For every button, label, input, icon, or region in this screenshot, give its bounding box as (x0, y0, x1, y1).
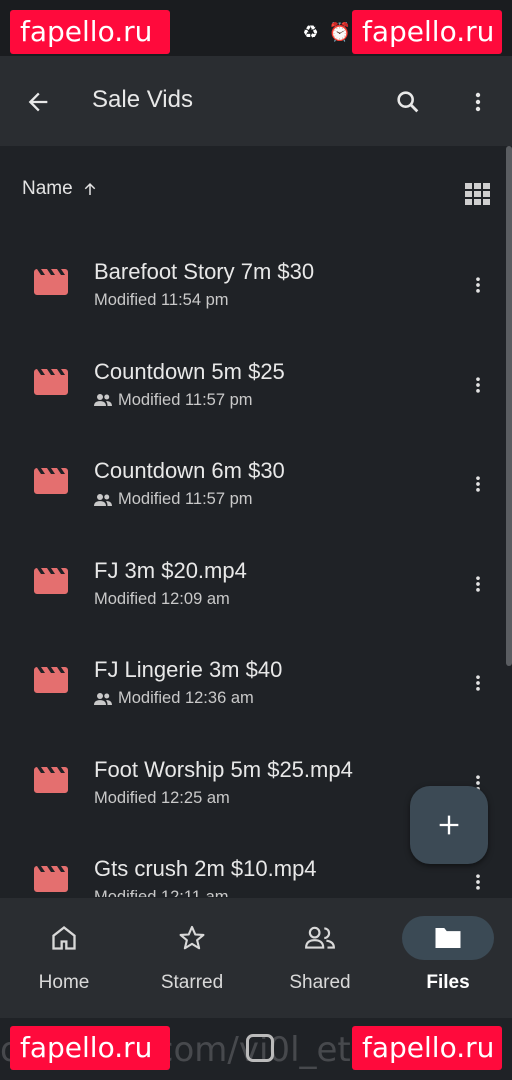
arrow-back-icon (28, 92, 48, 112)
file-more-button[interactable] (462, 269, 494, 301)
file-list-item[interactable]: FJ Lingerie 3m $40 Modified 12:36 am (0, 623, 506, 723)
nav-label-home: Home (38, 972, 90, 993)
file-more-button[interactable] (462, 468, 494, 500)
shared-people-icon (94, 493, 112, 506)
sort-by-name-button[interactable]: Name (22, 178, 99, 200)
sort-row: Name (0, 160, 512, 224)
file-modified: Modified 12:09 am (94, 590, 230, 609)
nav-files[interactable]: Files (384, 916, 512, 1006)
top-app-bar: Sale Vids (0, 56, 512, 146)
nav-label-starred: Starred (160, 972, 224, 993)
modified-text: Modified 11:54 pm (94, 291, 229, 309)
video-file-icon (34, 866, 68, 892)
home-gesture-button[interactable] (246, 1034, 274, 1062)
alarm-icon: ⏰ (328, 22, 352, 42)
modified-text: Modified 12:25 am (94, 788, 230, 807)
file-more-button[interactable] (462, 568, 494, 600)
modified-text: Modified 11:57 pm (118, 490, 253, 508)
bottom-navigation: Home Starred Shared Files (0, 898, 512, 1018)
nav-home[interactable]: Home (0, 916, 128, 1006)
file-name: Foot Worship 5m $25.mp4 (94, 756, 353, 782)
arrow-up-icon (84, 183, 95, 195)
nav-icon-container (146, 916, 238, 960)
more-vert-icon (476, 874, 480, 890)
file-modified: Modified 11:54 pm (94, 291, 229, 310)
file-list-item[interactable]: Barefoot Story 7m $30 Modified 11:54 pm (0, 225, 506, 325)
file-name: FJ Lingerie 3m $40 (94, 657, 283, 682)
video-file-icon (34, 368, 68, 395)
shared-people-icon (94, 394, 112, 406)
back-button[interactable] (18, 82, 58, 122)
nav-label-files: Files (426, 972, 470, 993)
sort-label: Name (22, 178, 73, 199)
more-options-button[interactable] (458, 82, 498, 122)
file-list-item[interactable]: FJ 3m $20.mp4 Modified 12:09 am (0, 524, 506, 624)
nav-starred[interactable]: Starred (128, 916, 256, 1006)
more-vert-icon (476, 277, 480, 293)
new-file-fab[interactable] (410, 786, 488, 864)
home-icon (52, 926, 76, 950)
more-vert-icon (476, 476, 480, 492)
modified-text: Modified 12:11 am (94, 888, 229, 897)
video-file-icon (34, 667, 68, 693)
nav-icon-container (274, 916, 366, 960)
nav-label-shared: Shared (289, 972, 351, 993)
more-vert-icon (476, 675, 480, 691)
grid-view-button[interactable] (462, 178, 494, 210)
modified-text: Modified 12:36 am (118, 689, 254, 707)
file-modified: Modified 12:11 am (94, 888, 229, 897)
file-modified: Modified 12:36 am (94, 689, 254, 708)
watermark-bottom-right: fapello.ru (352, 1026, 502, 1070)
file-name: FJ 3m $20.mp4 (94, 557, 247, 583)
watermark-top-right: fapello.ru (352, 10, 502, 54)
star-icon (179, 925, 205, 950)
video-file-icon (34, 269, 68, 295)
search-button[interactable] (388, 82, 428, 122)
shared-people-icon (94, 692, 112, 705)
modified-text: Modified 11:57 pm (118, 390, 253, 409)
watermark-bottom-left: fapello.ru (10, 1026, 170, 1070)
nav-icon-container (402, 916, 494, 960)
file-list-item[interactable]: Countdown 5m $25 Modified 11:57 pm (0, 325, 506, 425)
nav-icon-container (18, 916, 110, 960)
grid-view-icon (465, 183, 490, 205)
file-modified: Modified 12:25 am (94, 789, 230, 808)
search-icon (397, 91, 419, 113)
file-name: Countdown 6m $30 (94, 458, 285, 483)
video-file-icon (34, 766, 68, 793)
file-name: Countdown 5m $25 (94, 358, 285, 384)
scrollbar[interactable] (506, 146, 512, 666)
plus-icon (439, 815, 459, 835)
folder-icon (435, 928, 461, 948)
watermark-top-left: fapello.ru (10, 10, 170, 54)
file-list-item[interactable]: Countdown 6m $30 Modified 11:57 pm (0, 424, 506, 524)
file-name: Barefoot Story 7m $30 (94, 259, 315, 284)
more-vert-icon (475, 92, 481, 112)
file-modified: Modified 11:57 pm (94, 490, 253, 509)
nav-shared[interactable]: Shared (256, 916, 384, 1006)
page-title: Sale Vids (92, 86, 193, 113)
file-name: Gts crush 2m $10.mp4 (94, 856, 317, 881)
file-modified: Modified 11:57 pm (94, 391, 253, 410)
modified-text: Modified 12:09 am (94, 589, 230, 608)
file-more-button[interactable] (462, 866, 494, 897)
more-vert-icon (476, 376, 480, 393)
video-file-icon (34, 468, 68, 494)
video-file-icon (34, 567, 68, 594)
more-vert-icon (476, 575, 480, 592)
file-more-button[interactable] (462, 369, 494, 401)
people-icon (305, 926, 335, 949)
file-more-button[interactable] (462, 667, 494, 699)
battery-saver-icon: ♻ (302, 22, 319, 42)
